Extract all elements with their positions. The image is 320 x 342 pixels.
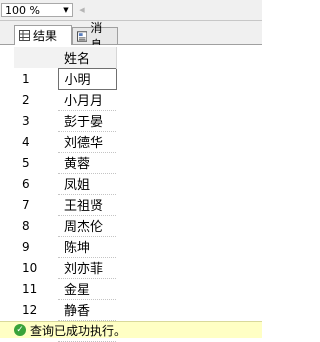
name-cell[interactable]: 黄蓉 [58, 152, 116, 174]
row-number[interactable]: 6 [14, 173, 58, 194]
zoom-value: 100 % [5, 3, 40, 17]
status-bar: ✓ 查询已成功执行。 [0, 321, 262, 338]
name-cell[interactable]: 凤姐 [58, 173, 116, 195]
header-row: 姓名 [14, 47, 117, 68]
row-number[interactable]: 4 [14, 131, 58, 152]
table-row[interactable]: 3 彭于晏 [14, 110, 116, 132]
table-row[interactable]: 6 凤姐 [14, 173, 116, 195]
name-cell[interactable]: 小月月 [58, 89, 116, 111]
row-number[interactable]: 5 [14, 152, 58, 173]
table-row[interactable]: 8 周杰伦 [14, 215, 116, 237]
name-cell[interactable]: 刘德华 [58, 131, 116, 153]
tab-results-label: 结果 [33, 29, 58, 43]
table-row[interactable]: 9 陈坤 [14, 236, 116, 258]
row-number-header[interactable] [14, 47, 58, 68]
row-number[interactable]: 9 [14, 236, 58, 257]
row-number[interactable]: 7 [14, 194, 58, 215]
tab-results[interactable]: 结果 [14, 25, 72, 45]
row-number[interactable]: 12 [14, 299, 58, 320]
success-check-icon: ✓ [14, 324, 26, 336]
name-cell[interactable]: 刘亦菲 [58, 257, 116, 279]
row-number[interactable]: 10 [14, 257, 58, 278]
table-row[interactable]: 1 小明 [14, 67, 117, 90]
row-number[interactable]: 1 [14, 68, 58, 89]
results-grid: 姓名 1 小明 2 小月月 3 彭于晏 4 刘德华 5 黄蓉 6 凤姐 7 王祖贤 8 周杰伦 9 陈坤 10 刘亦菲… [0, 45, 262, 342]
name-cell[interactable]: 陈坤 [58, 236, 116, 258]
table-row[interactable]: 11 金星 [14, 278, 116, 300]
table-body: 1 小明 2 小月月 3 彭于晏 4 刘德华 5 黄蓉 6 凤姐 7 王祖贤 8 周杰伦 9 陈坤 10 刘亦菲 11 金… [14, 67, 117, 342]
table-row[interactable]: 7 王祖贤 [14, 194, 116, 216]
name-cell[interactable]: 静香 [58, 299, 116, 321]
column-header-name[interactable]: 姓名 [58, 47, 117, 68]
name-cell[interactable]: 王祖贤 [58, 194, 116, 216]
row-number[interactable]: 2 [14, 89, 58, 110]
zoom-dropdown[interactable]: 100 % ▼ [1, 3, 73, 17]
table-row[interactable]: 10 刘亦菲 [14, 257, 116, 279]
name-cell[interactable]: 金星 [58, 278, 116, 300]
grid-icon [19, 30, 30, 41]
message-icon [77, 30, 88, 42]
name-cell[interactable]: 周杰伦 [58, 215, 116, 237]
row-number[interactable]: 11 [14, 278, 58, 299]
status-text: 查询已成功执行。 [30, 323, 127, 338]
results-toolbar: 100 % ▼ ◀ [0, 0, 262, 21]
results-tabbar: 结果 消息 [0, 21, 262, 52]
name-cell[interactable]: 小明 [57, 67, 117, 90]
table-row[interactable]: 12 静香 [14, 299, 116, 321]
table-row[interactable]: 2 小月月 [14, 89, 116, 111]
tab-messages[interactable]: 消息 [72, 21, 118, 52]
table-row[interactable]: 4 刘德华 [14, 131, 116, 153]
results-table: 姓名 1 小明 2 小月月 3 彭于晏 4 刘德华 5 黄蓉 6 凤姐 7 王祖贤 8 周杰伦 9 陈坤 10 刘亦菲… [14, 47, 117, 342]
scroll-left-arrow-icon[interactable]: ◀ [78, 5, 86, 15]
name-cell[interactable]: 彭于晏 [58, 110, 116, 132]
row-number[interactable]: 3 [14, 110, 58, 131]
chevron-down-icon[interactable]: ▼ [60, 4, 72, 16]
row-number[interactable]: 8 [14, 215, 58, 236]
table-row[interactable]: 5 黄蓉 [14, 152, 116, 174]
